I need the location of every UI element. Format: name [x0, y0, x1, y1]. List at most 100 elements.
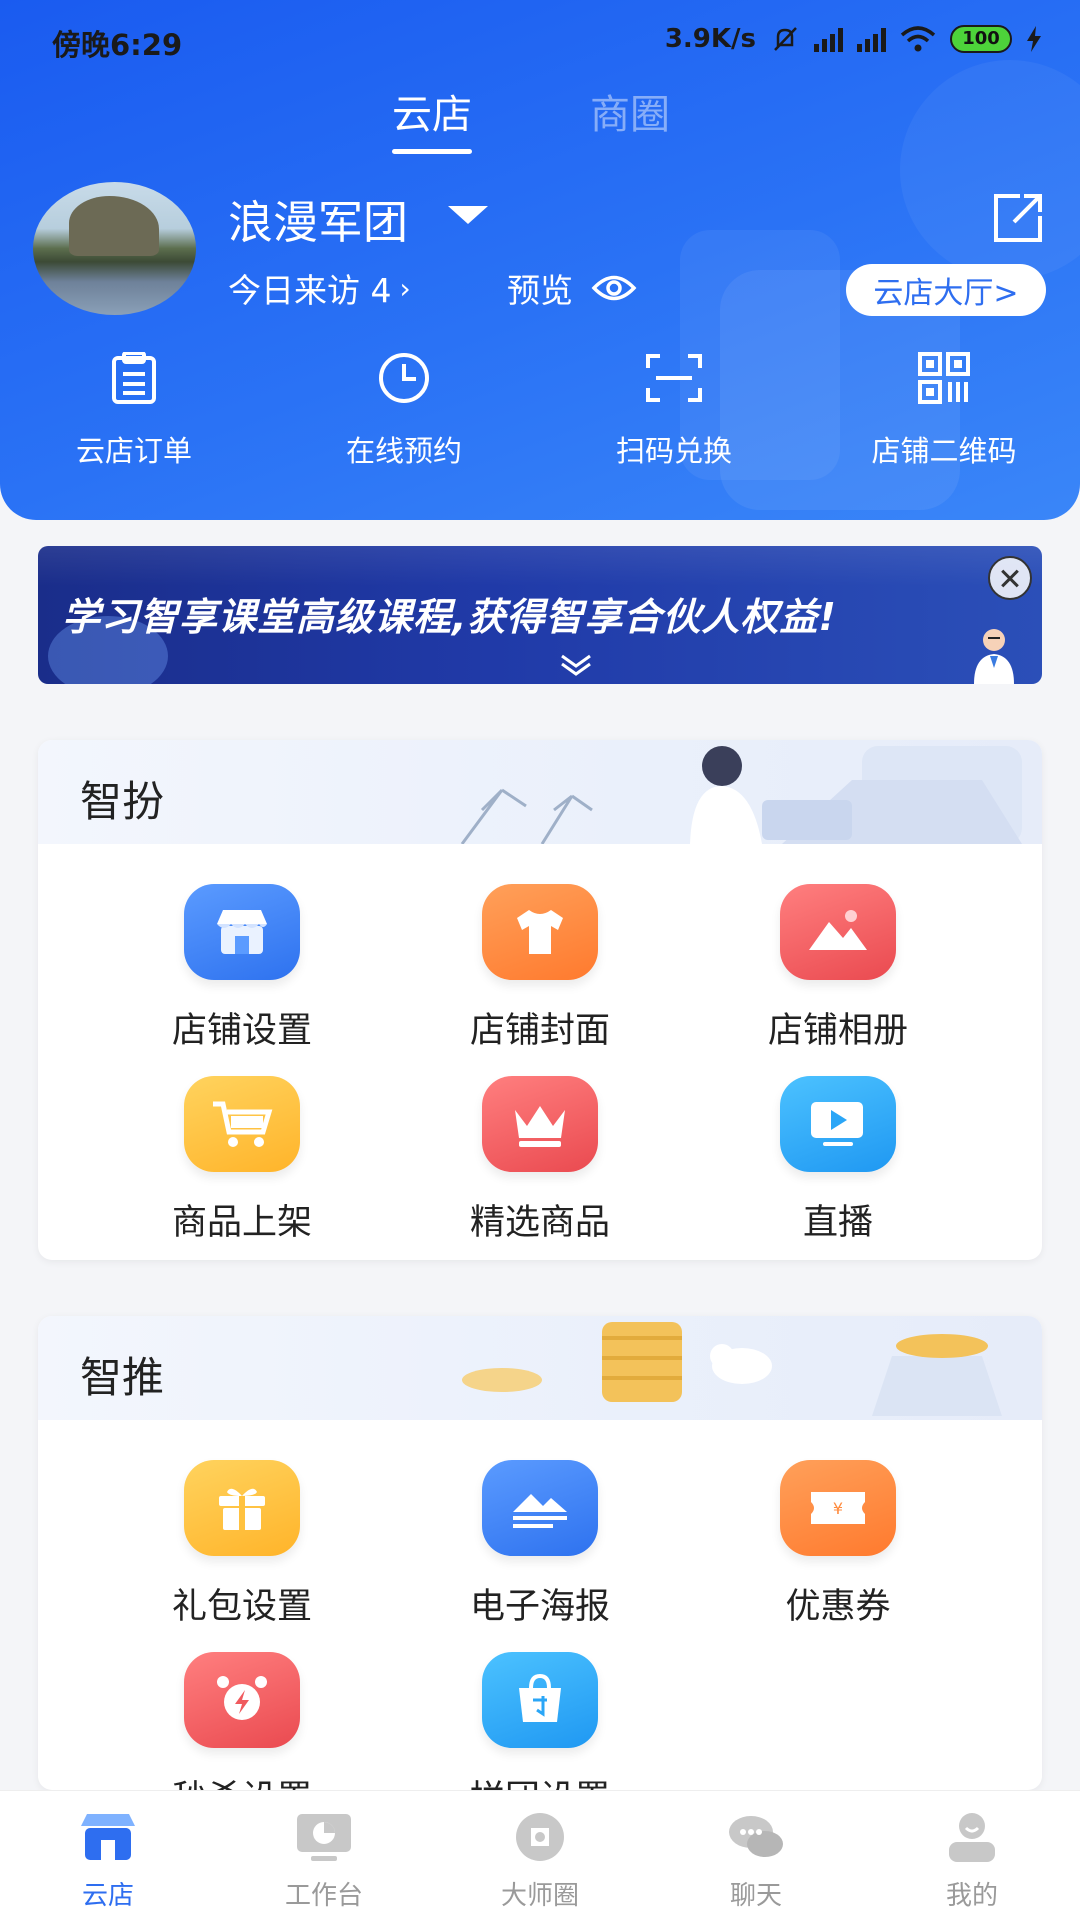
- profile-tab-icon: [941, 1809, 1003, 1865]
- nav-label: 工作台: [284, 1881, 363, 1911]
- quick-action-qrcode[interactable]: 店铺二维码: [844, 352, 1044, 470]
- nav-tab-profile[interactable]: 我的: [892, 1809, 1052, 1912]
- svg-text:¥: ¥: [833, 1499, 843, 1518]
- status-icons: 3.9K/s 100: [665, 24, 1042, 54]
- top-tabs: 云店 商圈: [0, 82, 1080, 154]
- tile-flash-sale-settings[interactable]: 秒杀设置: [132, 1652, 352, 1790]
- promo-banner[interactable]: 学习智享课堂高级课程,获得智享合伙人权益!: [38, 546, 1042, 684]
- battery-icon: 100: [950, 25, 1012, 53]
- quick-action-label: 店铺二维码: [871, 434, 1017, 468]
- cloud-hall-button[interactable]: 云店大厅>: [846, 264, 1046, 316]
- section-header: 智扮: [38, 740, 1042, 844]
- tile-live-stream[interactable]: 直播: [728, 1076, 948, 1245]
- gift-icon: [184, 1460, 300, 1556]
- preview-button[interactable]: 预览: [507, 264, 637, 312]
- nav-tab-workbench[interactable]: 工作台: [244, 1809, 404, 1912]
- coupon-icon: ¥: [780, 1460, 896, 1556]
- status-time: 傍晚6:29: [52, 28, 183, 62]
- section-card-zhiban: 智扮 店铺设置 店铺封面 店铺相册 商品上架 精选商品 直播: [38, 740, 1042, 1260]
- nav-tab-master-circle[interactable]: 大师圈: [460, 1809, 620, 1912]
- charging-icon: [1027, 26, 1041, 52]
- order-list-icon: [112, 352, 156, 404]
- chevron-right-icon: ›: [399, 271, 411, 305]
- quick-action-booking[interactable]: 在线预约: [304, 352, 504, 470]
- tile-label: 拼团设置: [430, 1770, 650, 1790]
- tile-store-album[interactable]: 店铺相册: [728, 884, 948, 1053]
- double-chevron-down-icon[interactable]: [558, 652, 594, 678]
- nav-label: 聊天: [729, 1881, 782, 1911]
- quick-action-label: 扫码兑换: [615, 434, 732, 468]
- section-title: 智扮: [80, 777, 165, 826]
- live-video-icon: [780, 1076, 896, 1172]
- caret-down-icon[interactable]: [448, 206, 488, 224]
- signal-hd-icon: [814, 26, 843, 52]
- tile-product-listing[interactable]: 商品上架: [132, 1076, 352, 1245]
- quick-actions: 云店订单 在线预约 扫码兑换 店铺二维码: [0, 352, 1080, 472]
- tile-label: 秒杀设置: [132, 1770, 352, 1790]
- alarm-clock-icon: [184, 1652, 300, 1748]
- close-banner-icon[interactable]: [988, 556, 1032, 600]
- tile-label: 精选商品: [469, 1203, 610, 1243]
- nav-tab-chat[interactable]: 聊天: [676, 1809, 836, 1912]
- tile-label: 商品上架: [171, 1203, 312, 1243]
- section-header: 智推: [38, 1316, 1042, 1420]
- section-card-zhitui: 智推 礼包设置 电子海报 ¥ 优惠券 秒杀设置 拼团设置: [38, 1316, 1042, 1790]
- chat-tab-icon: [725, 1809, 787, 1865]
- store-tab-icon: [77, 1809, 139, 1865]
- woman-laptop-illustration-icon: [460, 746, 1022, 844]
- tile-label: 电子海报: [469, 1587, 610, 1627]
- shopping-bag-icon: [482, 1652, 598, 1748]
- tile-group-buy-settings[interactable]: 拼团设置: [430, 1652, 650, 1790]
- avatar[interactable]: [33, 182, 196, 315]
- visits-label: 今日来访 4: [228, 271, 392, 310]
- mute-bell-icon: [774, 27, 797, 51]
- section-title: 智推: [80, 1353, 165, 1402]
- status-bar: 傍晚6:29 3.9K/s 100: [0, 0, 1080, 80]
- teacher-illustration-icon: [974, 629, 1014, 684]
- poster-icon: [482, 1460, 598, 1556]
- tshirt-icon: [482, 884, 598, 980]
- quick-action-scan[interactable]: 扫码兑换: [574, 352, 774, 470]
- nav-label: 大师圈: [500, 1881, 579, 1911]
- tile-store-settings[interactable]: 店铺设置: [132, 884, 352, 1053]
- shop-name[interactable]: 浪漫军团: [228, 186, 408, 251]
- tile-gift-settings[interactable]: 礼包设置: [132, 1460, 352, 1629]
- workbench-tab-icon: [293, 1809, 355, 1865]
- wifi-icon: [900, 26, 936, 52]
- clock-icon: [379, 353, 429, 403]
- crown-icon: [482, 1076, 598, 1172]
- signal-icon: [857, 26, 886, 52]
- photo-icon: [780, 884, 896, 980]
- network-speed: 3.9K/s: [664, 24, 756, 54]
- tile-label: 礼包设置: [171, 1587, 312, 1627]
- quick-action-label: 云店订单: [75, 434, 192, 468]
- tile-label: 优惠券: [785, 1587, 891, 1627]
- scan-icon: [646, 354, 702, 402]
- tile-label: 店铺相册: [767, 1011, 908, 1051]
- store-icon: [184, 884, 300, 980]
- bottom-nav: 云店 工作台 大师圈 聊天 我的: [0, 1790, 1080, 1920]
- tab-cloud-store[interactable]: 云店: [392, 82, 472, 154]
- cart-icon: [184, 1076, 300, 1172]
- tile-coupons[interactable]: ¥ 优惠券: [728, 1460, 948, 1629]
- promo-banner-text: 学习智享课堂高级课程,获得智享合伙人权益!: [62, 595, 837, 639]
- eye-icon: [591, 275, 637, 301]
- quick-action-orders[interactable]: 云店订单: [34, 352, 234, 470]
- tile-featured-products[interactable]: 精选商品: [430, 1076, 650, 1245]
- header: 傍晚6:29 3.9K/s 100 云店 商圈 浪漫军团 今日来访 4 › 预览…: [0, 0, 1080, 520]
- nav-label: 我的: [945, 1881, 998, 1911]
- tile-e-poster[interactable]: 电子海报: [430, 1460, 650, 1629]
- tile-store-cover[interactable]: 店铺封面: [430, 884, 650, 1053]
- quick-action-label: 在线预约: [345, 434, 462, 468]
- tile-label: 直播: [802, 1203, 873, 1243]
- tile-label: 店铺设置: [171, 1011, 312, 1051]
- tab-business-circle[interactable]: 商圈: [590, 82, 670, 140]
- share-external-icon[interactable]: [990, 190, 1046, 246]
- nav-label: 云店: [81, 1881, 134, 1911]
- nav-tab-cloud-store[interactable]: 云店: [28, 1809, 188, 1912]
- preview-label: 预览: [507, 271, 573, 310]
- coins-dog-illustration-icon: [462, 1322, 1002, 1416]
- visits-today[interactable]: 今日来访 4 ›: [228, 264, 411, 312]
- master-circle-tab-icon: [509, 1809, 571, 1865]
- tile-label: 店铺封面: [469, 1011, 610, 1051]
